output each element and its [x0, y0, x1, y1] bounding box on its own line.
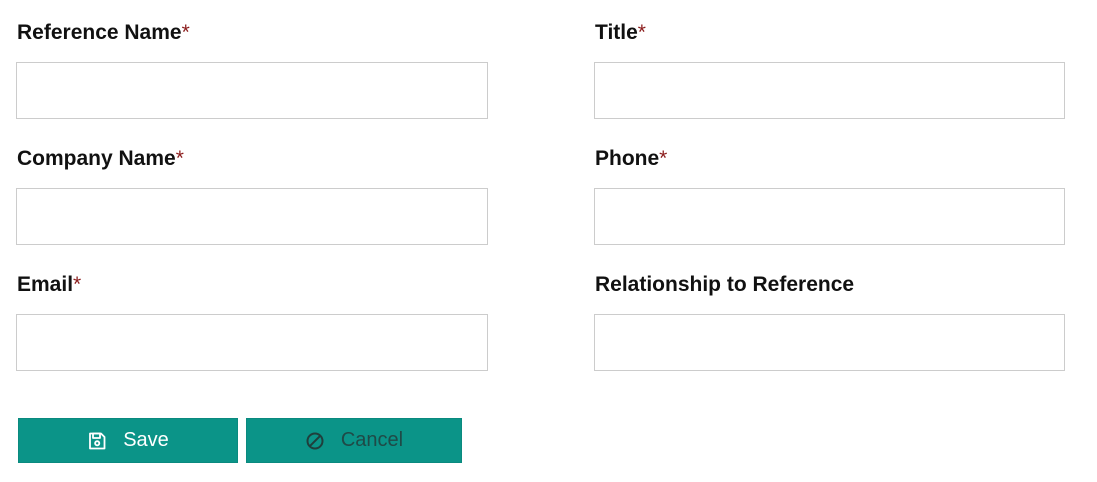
required-marker: * — [175, 147, 184, 170]
reference-name-label: Reference Name* — [17, 21, 190, 44]
phone-field: Phone* — [594, 144, 1065, 245]
cancel-button-label: Cancel — [340, 429, 404, 451]
relationship-label: Relationship to Reference — [595, 273, 855, 296]
title-input[interactable] — [594, 62, 1065, 119]
save-button[interactable]: Save — [18, 418, 238, 463]
phone-input[interactable] — [594, 188, 1065, 245]
phone-label: Phone* — [595, 147, 668, 170]
cancel-button[interactable]: Cancel — [246, 418, 462, 463]
required-marker: * — [637, 21, 646, 44]
relationship-field: Relationship to Reference — [594, 270, 1065, 371]
ban-icon — [305, 431, 325, 451]
relationship-input[interactable] — [594, 314, 1065, 371]
email-label: Email* — [17, 273, 82, 296]
company-name-input[interactable] — [16, 188, 488, 245]
company-name-label: Company Name* — [17, 147, 184, 170]
reference-form: Reference Name* Title* Company Name* Pho… — [0, 0, 1097, 482]
title-label: Title* — [595, 21, 646, 44]
title-field: Title* — [594, 18, 1065, 119]
required-marker: * — [181, 21, 190, 44]
required-marker: * — [659, 147, 668, 170]
email-input[interactable] — [16, 314, 488, 371]
company-name-field: Company Name* — [16, 144, 488, 245]
save-button-label: Save — [123, 429, 169, 451]
required-marker: * — [73, 273, 82, 296]
email-field: Email* — [16, 270, 488, 371]
save-icon — [87, 431, 107, 451]
reference-name-field: Reference Name* — [16, 18, 488, 119]
reference-name-input[interactable] — [16, 62, 488, 119]
